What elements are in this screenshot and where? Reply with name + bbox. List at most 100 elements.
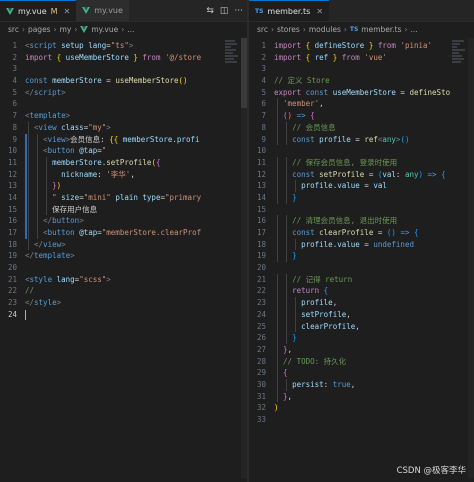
code-line[interactable]: 4 const memberStore = useMemberStore(): [0, 75, 247, 87]
code-line[interactable]: 27 },: [249, 343, 474, 356]
minimap[interactable]: [452, 40, 466, 100]
code-line[interactable]: 23 profile,: [249, 297, 474, 309]
close-icon[interactable]: ✕: [316, 7, 323, 16]
code-line[interactable]: 15 保存用户信息: [0, 203, 247, 216]
split-editor-icon[interactable]: ◫: [220, 6, 229, 16]
code-token: return: [292, 286, 320, 296]
code-line[interactable]: 33: [249, 414, 474, 426]
code-line[interactable]: 14 }: [249, 191, 474, 204]
code-line[interactable]: 8 // 会员信息: [249, 121, 474, 134]
code-line[interactable]: 1 <script setup lang="ts">: [0, 40, 247, 52]
breadcrumb-item[interactable]: my: [60, 25, 72, 34]
compare-icon[interactable]: ⇆: [206, 6, 214, 16]
code-line[interactable]: 21 <style lang="scss">: [0, 274, 247, 286]
code-line[interactable]: 19 </template>: [0, 250, 247, 262]
breadcrumb-item[interactable]: modules: [309, 25, 341, 34]
breadcrumb-item[interactable]: src: [257, 25, 268, 34]
breadcrumb-item[interactable]: stores: [277, 25, 300, 34]
code-line[interactable]: 25 clearProfile,: [249, 320, 474, 333]
code-line[interactable]: 29 {: [249, 367, 474, 379]
code-line[interactable]: 11 memberStore.setProfile({: [0, 156, 247, 169]
code-line[interactable]: 19 }: [249, 250, 474, 263]
breadcrumb-item[interactable]: pages: [28, 25, 51, 34]
code-token: setProfile: [319, 169, 365, 179]
code-token: }: [292, 333, 297, 343]
code-token: ref: [364, 134, 378, 144]
code-token: =: [395, 87, 410, 97]
code-line[interactable]: 9 <view>会员信息: {{ memberStore.profi: [0, 133, 247, 146]
vertical-scrollbar[interactable]: [468, 38, 474, 478]
code-token: defineSto: [409, 87, 451, 97]
code-line[interactable]: 21 // 记得 return: [249, 273, 474, 286]
breadcrumb-item[interactable]: ...: [127, 25, 134, 34]
code-line[interactable]: 18 </view>: [0, 238, 247, 251]
line-number: 24: [7, 309, 17, 319]
breadcrumb-item[interactable]: ...: [411, 25, 418, 34]
code-line[interactable]: 20: [249, 262, 474, 274]
code-line[interactable]: 7 () => {: [249, 110, 474, 122]
code-line[interactable]: 11 // 保存会员信息, 登录时使用: [249, 156, 474, 169]
breadcrumb-item[interactable]: src: [8, 25, 19, 34]
code-line[interactable]: 14 " size="mini" plain type="primary: [0, 191, 247, 204]
code-line[interactable]: 16 </button>: [0, 215, 247, 227]
code-line[interactable]: 31 },: [249, 390, 474, 403]
close-icon[interactable]: ✕: [64, 7, 71, 16]
indent-guide: [37, 227, 38, 239]
tab-member-ts[interactable]: TS member.ts ✕: [249, 0, 330, 21]
code-line[interactable]: 5 </script>: [0, 87, 247, 99]
chevron-right-icon: ›: [121, 25, 125, 34]
code-line[interactable]: 22 return {: [249, 285, 474, 298]
breadcrumb-item[interactable]: my.vue: [91, 25, 118, 34]
code-line[interactable]: 10: [249, 145, 474, 157]
code-line[interactable]: 5 export const useMemberStore = defineSto: [249, 87, 474, 99]
code-line[interactable]: 13 }): [0, 180, 247, 192]
tab-my-vue-preview[interactable]: my.vue: [76, 0, 129, 21]
code-line[interactable]: 7 <template>: [0, 110, 247, 122]
code-line[interactable]: 24: [0, 309, 247, 321]
indent-guide: [277, 390, 278, 403]
code-line[interactable]: 24 setProfile,: [249, 308, 474, 321]
code-line[interactable]: 4 // 定义 Store: [249, 75, 474, 87]
line-number: 21: [256, 274, 266, 284]
code-line[interactable]: 2 import { ref } from 'vue': [249, 52, 474, 64]
code-text: // 清理会员信息, 退出时使用: [274, 215, 474, 227]
code-line[interactable]: 10 <button @tap=": [0, 145, 247, 157]
code-token: >: [61, 239, 66, 249]
code-editor[interactable]: 1 import { defineStore } from 'pinia' 2 imp…: [249, 40, 474, 426]
code-line[interactable]: 20: [0, 262, 247, 274]
code-line[interactable]: 32): [249, 402, 474, 414]
code-line[interactable]: 23 </style>: [0, 297, 247, 309]
code-line[interactable]: 28 // TODO: 持久化: [249, 355, 474, 368]
indent-guide: [277, 343, 278, 356]
indent-guide: [295, 320, 296, 333]
code-line[interactable]: 22 //: [0, 285, 247, 297]
code-line[interactable]: 8 <view class="my">: [0, 121, 247, 134]
code-line[interactable]: 17 const clearProfile = () => {: [249, 227, 474, 239]
code-token: >: [61, 87, 66, 97]
code-line[interactable]: 3: [0, 63, 247, 75]
code-line[interactable]: 3: [249, 63, 474, 75]
tab-my-vue-active[interactable]: my.vue M ✕: [0, 0, 77, 21]
code-line[interactable]: 13 profile.value = val: [249, 180, 474, 192]
code-line[interactable]: 1 import { defineStore } from 'pinia': [249, 40, 474, 52]
code-line[interactable]: 17 <button @tap="memberStore.clearProf: [0, 227, 247, 239]
code-line[interactable]: 12 nickname: '李华',: [0, 168, 247, 181]
code-line[interactable]: 2 import { useMemberStore } from '@/store: [0, 52, 247, 64]
indent-guide: [277, 297, 278, 309]
code-line[interactable]: 30 persist: true,: [249, 378, 474, 391]
minimap[interactable]: [225, 40, 239, 100]
code-line[interactable]: 26 }: [249, 332, 474, 344]
more-actions-icon[interactable]: ···: [234, 6, 243, 16]
code-line[interactable]: 15: [249, 204, 474, 216]
code-line[interactable]: 12 const setProfile = (val: any) => {: [249, 168, 474, 181]
code-line[interactable]: 9 const profile = ref<any>(): [249, 133, 474, 146]
breadcrumb-item[interactable]: member.ts: [361, 25, 401, 34]
code-line[interactable]: 6 'member',: [249, 98, 474, 111]
code-line[interactable]: 6: [0, 98, 247, 110]
code-line[interactable]: 18 profile.value = undefined: [249, 238, 474, 251]
line-number: 18: [7, 239, 17, 249]
code-line[interactable]: 16 // 清理会员信息, 退出时使用: [249, 215, 474, 227]
text-cursor: [25, 309, 26, 320]
code-editor[interactable]: 1 <script setup lang="ts"> 2 import { useMe…: [0, 40, 247, 321]
